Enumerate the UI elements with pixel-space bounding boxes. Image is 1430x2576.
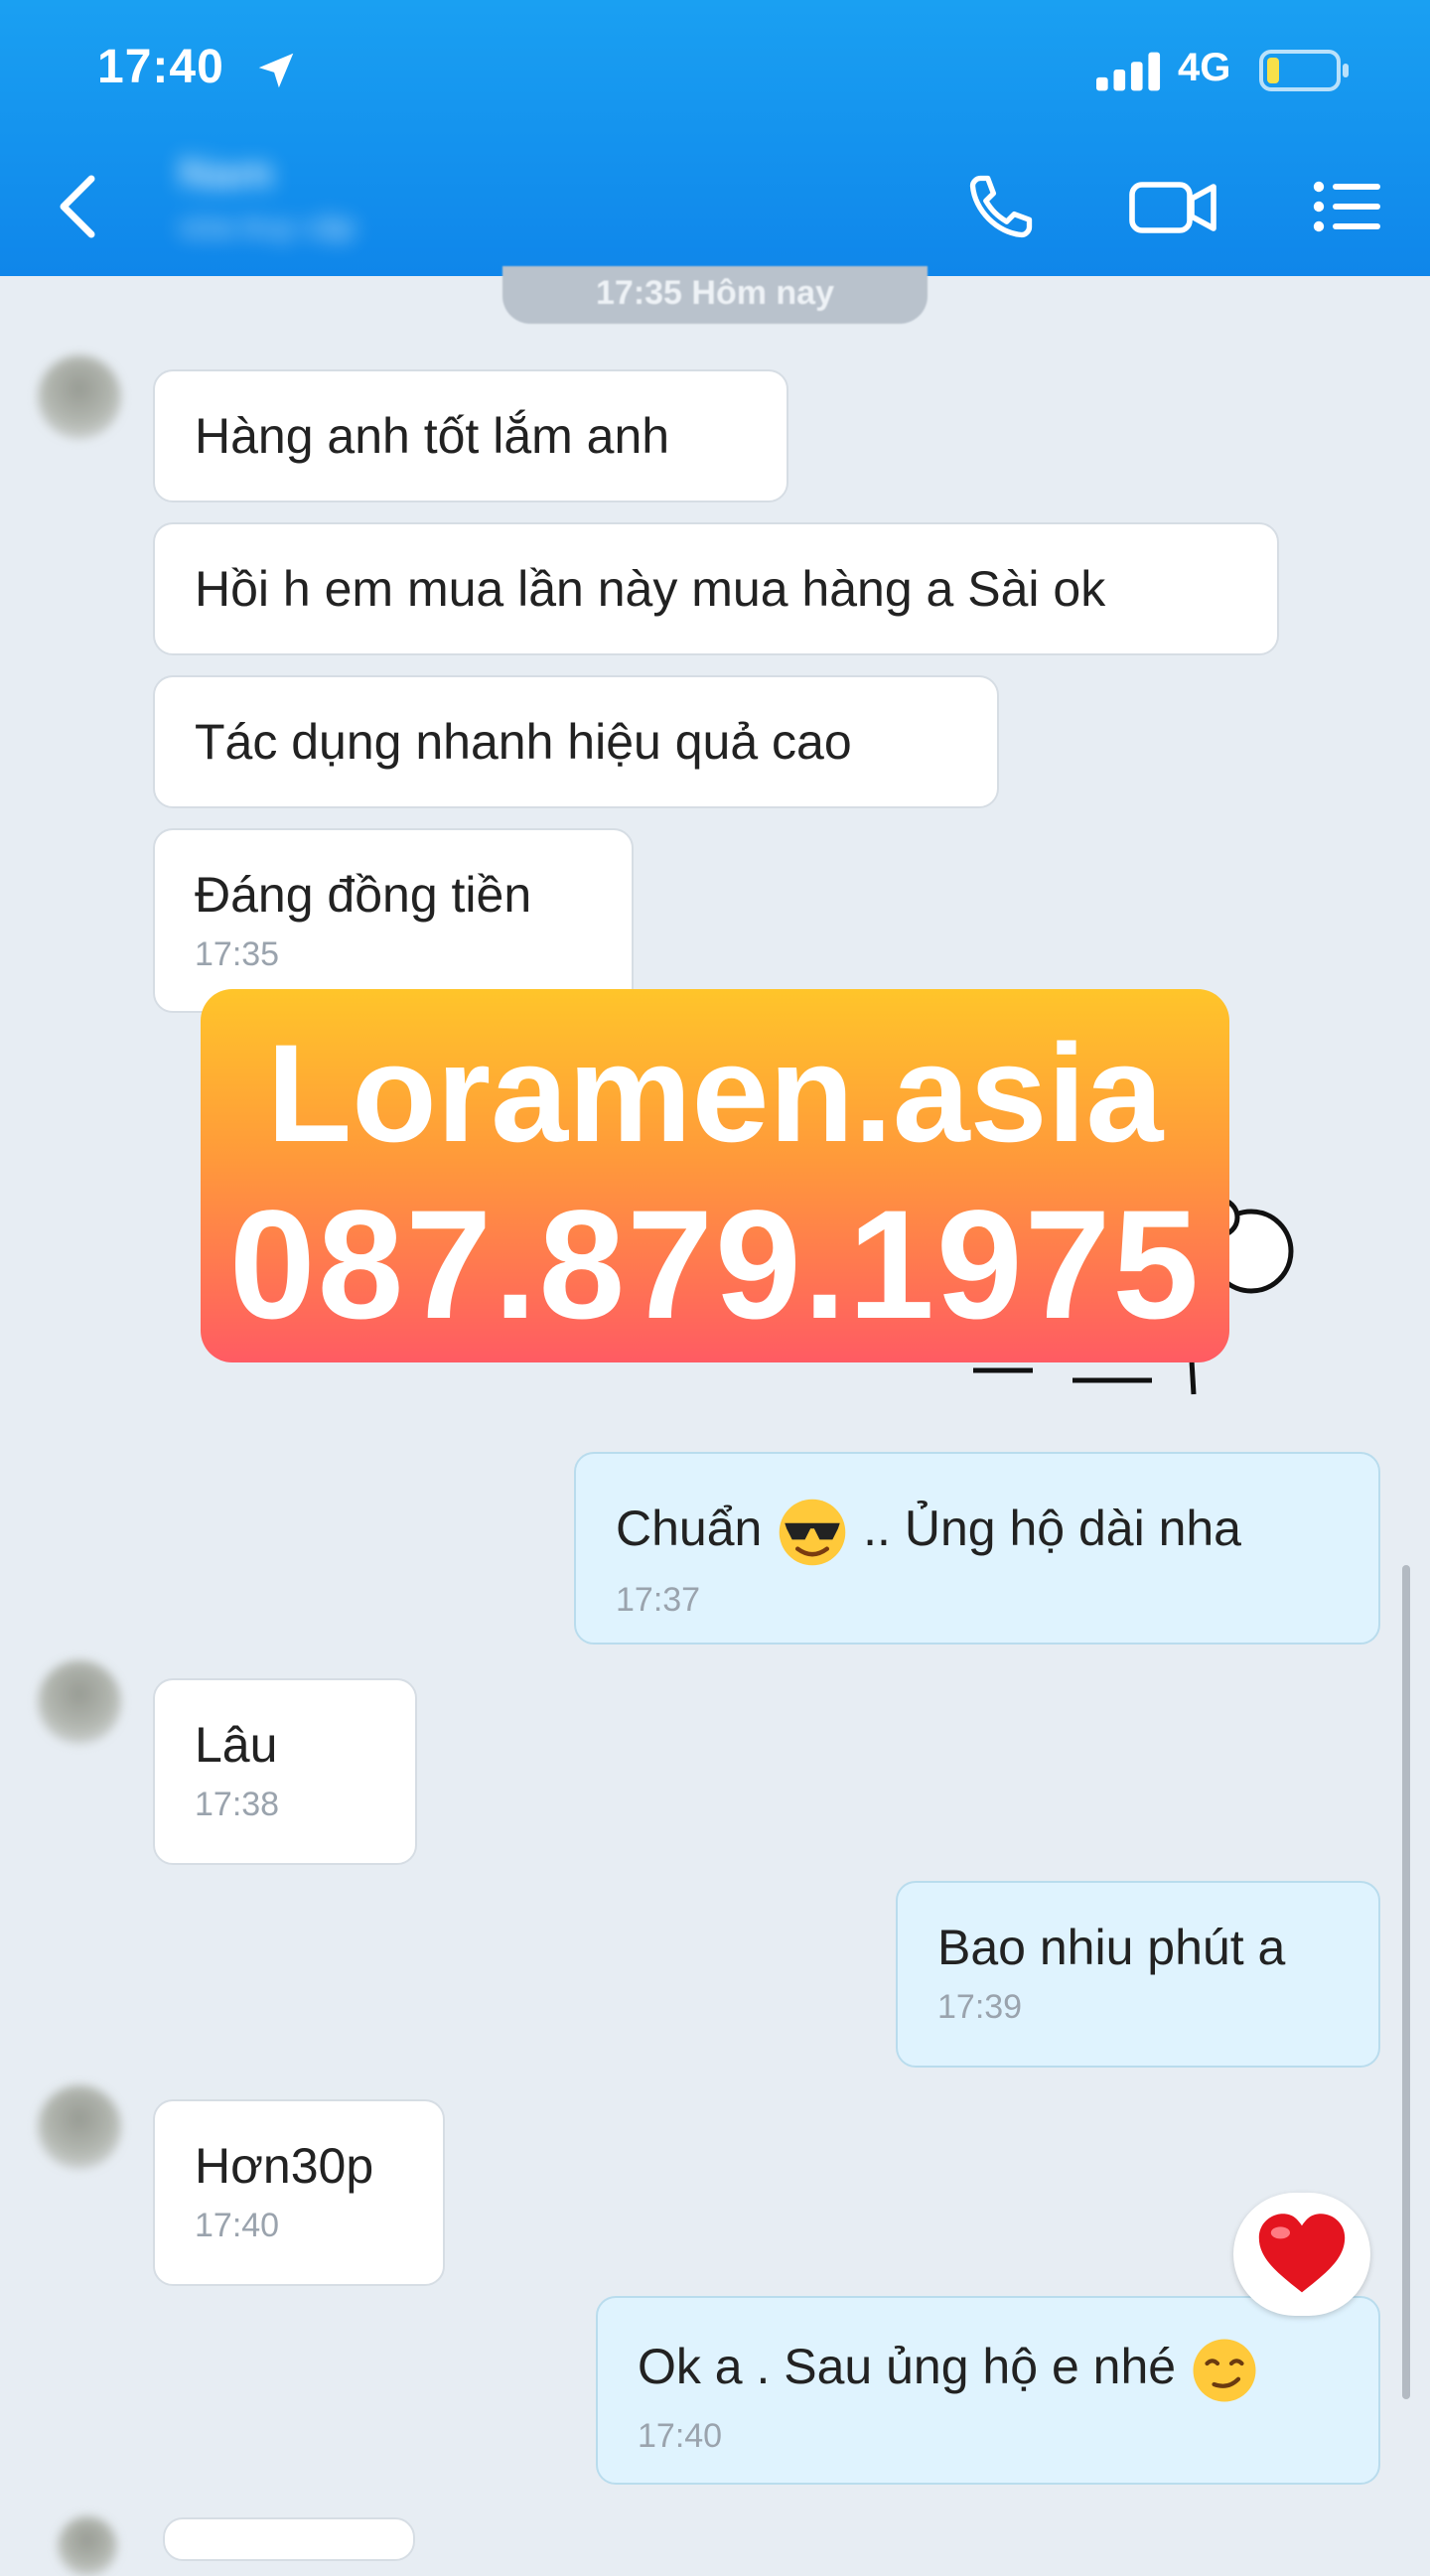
message-text: Đáng đồng tiền — [195, 867, 532, 923]
message-text-part: Chuẩn — [616, 1501, 763, 1557]
message-bubble[interactable]: Chuẩn .. Ủng hộ dài nha 17:37 — [574, 1452, 1380, 1645]
battery-icon — [1259, 50, 1349, 91]
message-time: 17:40 — [638, 2417, 723, 2455]
smirk-face-emoji — [1193, 2339, 1256, 2402]
message-bubble[interactable]: Bao nhiu phút a 17:39 — [896, 1881, 1380, 2068]
message-time: 17:37 — [616, 1581, 701, 1619]
message-text: Hàng anh tốt lắm anh — [195, 408, 670, 464]
message-bubble[interactable]: Tác dụng nhanh hiệu quả cao — [153, 675, 999, 808]
message-text: Chuẩn .. Ủng hộ dài nha — [616, 1496, 1339, 1569]
message-bubble[interactable]: Hơn30p 17:40 — [153, 2099, 445, 2286]
message-text: Lâu — [195, 1717, 278, 1773]
date-divider: 17:35 Hôm nay — [502, 266, 928, 324]
message-bubble[interactable]: Lâu 17:38 — [153, 1678, 417, 1865]
promo-domain: Loramen.asia — [266, 1015, 1164, 1171]
message-text: Hồi h em mua lần này mua hàng a Sài ok — [195, 561, 1106, 617]
message-bubble[interactable]: Đáng đồng tiền 17:35 — [153, 828, 634, 1013]
message-bubble[interactable]: Hồi h em mua lần này mua hàng a Sài ok — [153, 522, 1279, 655]
contact-info[interactable]: Nam vừa truy cập — [179, 149, 516, 258]
sunglasses-face-emoji — [779, 1499, 846, 1566]
reaction-badge[interactable] — [1233, 2193, 1370, 2316]
promo-watermark: Loramen.asia 087.879.1975 — [201, 989, 1229, 1362]
video-camera-icon[interactable] — [1126, 169, 1221, 244]
message-text: Ok a . Sau ủng hộ e nhé — [638, 2336, 1339, 2405]
contact-name: Nam — [179, 149, 274, 198]
avatar[interactable] — [38, 1660, 121, 1744]
message-text: Bao nhiu phút a — [937, 1920, 1286, 1975]
message-time: 17:40 — [195, 2207, 280, 2244]
message-bubble[interactable]: Hàng anh tốt lắm anh — [153, 369, 788, 502]
chat-header: 17:40 4G Nam vừa truy cập — [0, 0, 1430, 276]
avatar[interactable] — [58, 2516, 117, 2576]
back-arrow-icon[interactable] — [48, 171, 107, 242]
status-time: 17:40 — [97, 41, 224, 93]
network-type: 4G — [1178, 46, 1231, 89]
promo-phone: 087.879.1975 — [228, 1179, 1202, 1352]
location-arrow-icon — [258, 53, 294, 88]
message-bubble-partial[interactable] — [163, 2517, 415, 2561]
avatar[interactable] — [38, 2085, 121, 2169]
message-text: Hơn30p — [195, 2138, 374, 2194]
avatar[interactable] — [38, 356, 121, 439]
scrollbar[interactable] — [1402, 1565, 1410, 2399]
signal-bars-icon — [1096, 52, 1161, 91]
message-bubble[interactable]: Ok a . Sau ủng hộ e nhé 17:40 — [596, 2296, 1380, 2485]
message-text-part: .. Ủng hộ dài nha — [863, 1501, 1241, 1557]
heart-emoji — [1258, 2214, 1346, 2293]
menu-list-icon[interactable] — [1309, 169, 1384, 244]
phone-icon[interactable] — [961, 169, 1041, 244]
contact-status: vừa truy cập — [179, 209, 356, 244]
message-text: Tác dụng nhanh hiệu quả cao — [195, 714, 852, 770]
message-text-part: Ok a . Sau ủng hộ e nhé — [638, 2339, 1177, 2395]
message-time: 17:39 — [937, 1988, 1023, 2026]
message-time: 17:38 — [195, 1786, 280, 1823]
message-time: 17:35 — [195, 935, 280, 973]
